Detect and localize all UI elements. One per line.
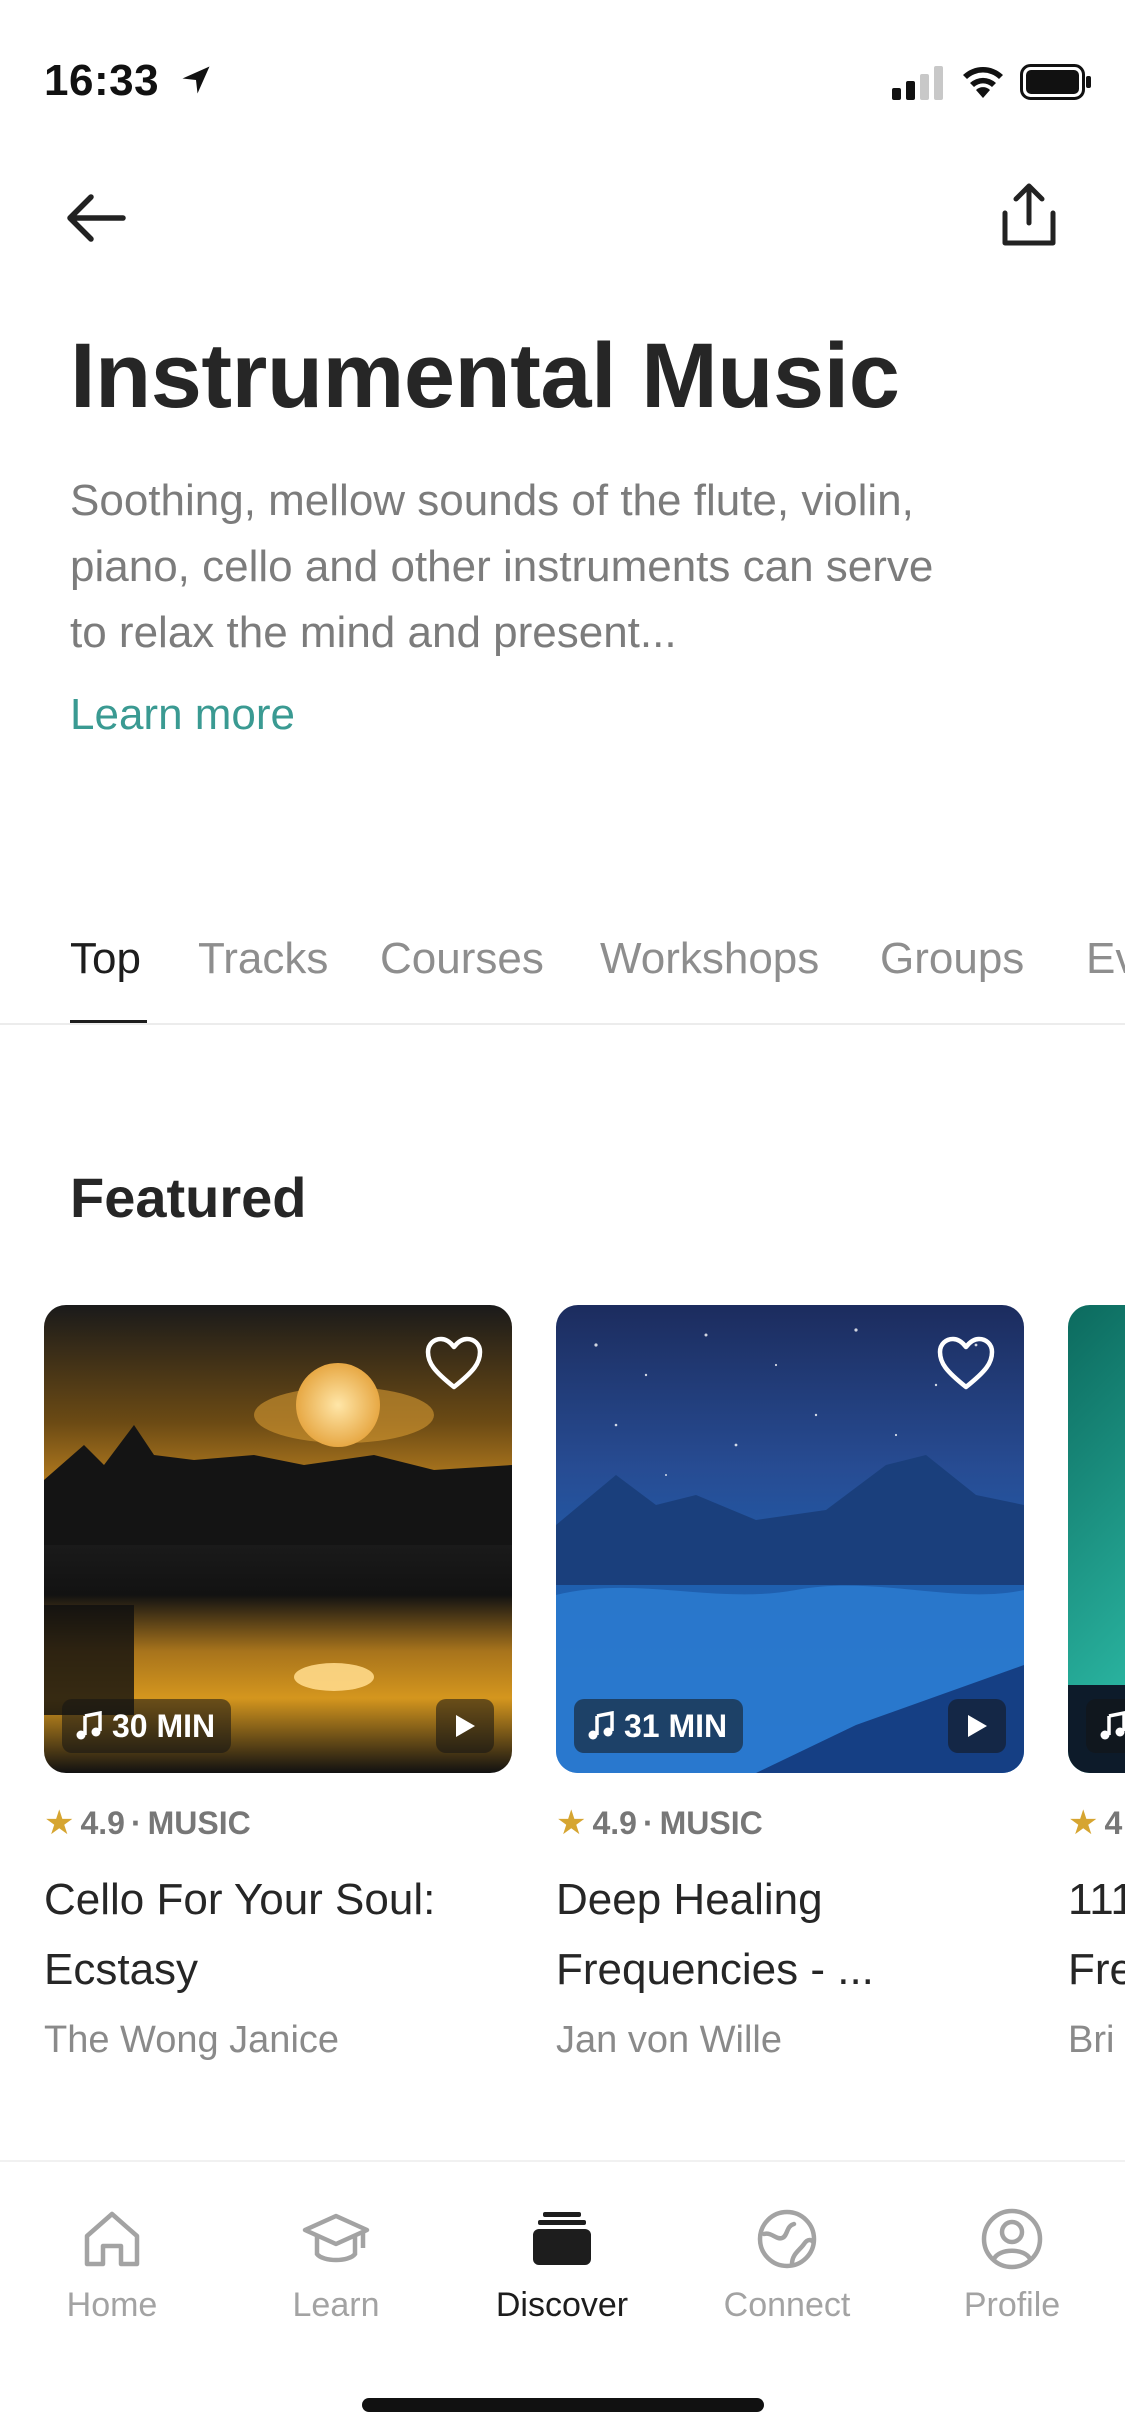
cellular-signal-icon	[892, 66, 943, 100]
stack-icon	[533, 2212, 591, 2265]
user-circle-icon	[981, 2208, 1043, 2270]
back-button[interactable]	[60, 182, 132, 254]
meta-separator: ·	[130, 1804, 142, 1841]
nav-item-home[interactable]: Home	[22, 2204, 202, 2325]
page-title: Instrumental Music	[70, 325, 900, 427]
duration-text: 31 MIN	[624, 1707, 728, 1744]
page-description: Soothing, mellow sounds of the flute, vi…	[70, 476, 934, 657]
tab-events[interactable]: Ev	[1086, 934, 1125, 984]
location-arrow-icon	[182, 66, 210, 94]
card-category: MUSIC	[659, 1804, 763, 1841]
play-icon	[456, 1715, 475, 1737]
card-title: Cello For Your Soul: Ecstasy	[44, 1875, 436, 1994]
featured-card[interactable]: 31 MIN ★ 4.9 · MUSIC Deep Healing Freque…	[556, 1305, 1024, 2062]
star-icon: ★	[1068, 1804, 1099, 1842]
nav-item-profile[interactable]: Profile	[922, 2204, 1102, 2325]
featured-card[interactable]: ★ 4 111 Fre Bri	[1068, 1305, 1125, 2062]
nav-label: Learn	[292, 2286, 380, 2324]
card-author[interactable]: The Wong Janice	[44, 2019, 512, 2062]
heart-icon[interactable]	[424, 1335, 484, 1391]
music-note-icon	[588, 1711, 614, 1740]
share-icon	[1002, 183, 1056, 246]
duration-badge: 30 MIN	[62, 1699, 232, 1753]
card-thumbnail[interactable]	[1068, 1305, 1125, 1773]
card-meta: ★ 4.9 · MUSIC	[44, 1803, 512, 1843]
tab-groups[interactable]: Groups	[880, 934, 1024, 984]
nav-label: Discover	[495, 2286, 629, 2324]
play-button[interactable]	[948, 1699, 1006, 1753]
active-tab-indicator	[70, 1020, 147, 1023]
graduation-cap-icon	[302, 2213, 370, 2263]
wifi-icon	[963, 67, 1003, 98]
card-author[interactable]: Jan von Wille	[556, 2019, 1024, 2062]
duration-text: 30 MIN	[112, 1707, 216, 1744]
card-title: Deep Healing Frequencies - ...	[556, 1875, 874, 1994]
card-thumbnail[interactable]: 30 MIN	[44, 1305, 512, 1773]
nav-item-learn[interactable]: Learn	[246, 2204, 426, 2325]
nav-item-connect[interactable]: Connect	[697, 2204, 877, 2325]
globe-icon	[757, 2209, 817, 2269]
card-meta: ★ 4.9 · MUSIC	[556, 1803, 1024, 1843]
card-rating: 4	[1104, 1804, 1123, 1841]
nav-label: Connect	[723, 2286, 851, 2324]
card-meta: ★ 4	[1068, 1803, 1125, 1843]
home-icon	[84, 2211, 140, 2267]
home-indicator	[362, 2398, 764, 2412]
bottom-tab-bar: Home Learn Discover Connect Profile	[0, 2160, 1125, 2436]
card-category: MUSIC	[147, 1804, 251, 1841]
nav-label: Profile	[963, 2286, 1061, 2324]
card-rating: 4.9	[592, 1804, 637, 1841]
duration-badge: 31 MIN	[574, 1699, 744, 1753]
duration-badge	[1086, 1699, 1125, 1753]
meta-separator: ·	[642, 1804, 654, 1841]
music-note-icon	[1100, 1711, 1125, 1740]
tab-workshops[interactable]: Workshops	[600, 934, 819, 984]
music-note-icon	[76, 1711, 102, 1740]
play-button[interactable]	[436, 1699, 494, 1753]
tab-tracks[interactable]: Tracks	[198, 934, 328, 984]
card-rating: 4.9	[80, 1804, 125, 1841]
play-icon	[968, 1715, 987, 1737]
category-tabs: Top Tracks Courses Workshops Groups Ev	[0, 920, 1125, 1025]
star-icon: ★	[556, 1804, 587, 1842]
status-bar: 16:33	[0, 0, 1125, 140]
status-time: 16:33	[44, 56, 160, 105]
card-thumbnail[interactable]: 31 MIN	[556, 1305, 1024, 1773]
card-author[interactable]: Bri	[1068, 2019, 1125, 2062]
star-icon: ★	[44, 1804, 75, 1842]
tab-courses[interactable]: Courses	[380, 934, 544, 984]
nav-label: Home	[66, 2286, 158, 2324]
card-title: 111 Fre	[1068, 1875, 1125, 1994]
learn-more-link[interactable]: Learn more	[70, 690, 295, 740]
featured-card[interactable]: 30 MIN ★ 4.9 · MUSIC Cello For Your Soul…	[44, 1305, 512, 2062]
tab-top[interactable]: Top	[70, 934, 141, 984]
share-button[interactable]	[990, 176, 1068, 254]
nav-item-discover[interactable]: Discover	[472, 2204, 652, 2325]
heart-icon[interactable]	[936, 1335, 996, 1391]
battery-icon	[1020, 64, 1091, 100]
arrow-left-icon	[67, 194, 126, 242]
featured-section-title: Featured	[70, 1166, 307, 1229]
